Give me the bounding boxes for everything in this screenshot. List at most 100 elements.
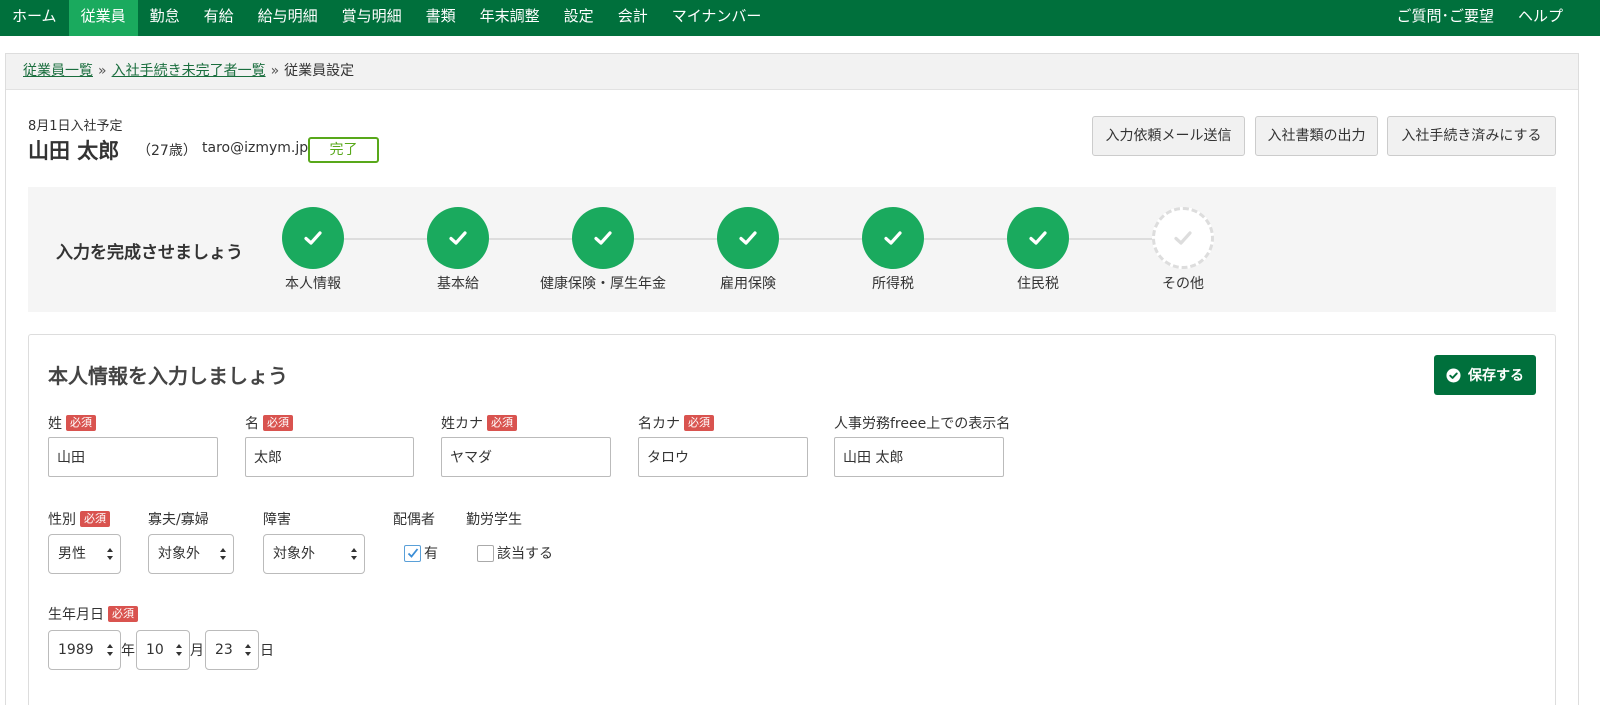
nav-attendance[interactable]: 勤怠 [138,0,192,36]
nav-paid-leave[interactable]: 有給 [192,0,246,36]
save-button[interactable]: 保存する [1434,355,1536,395]
nav-help[interactable]: ヘルプ [1506,0,1575,36]
personal-info-form: 本人情報を入力しましょう 保存する 姓必須 名必須 姓カナ 必須 名カナ 必須 人事… [28,334,1556,705]
select-arrows-icon [220,548,226,560]
join-schedule: 8月1日入社予定 [28,119,123,134]
last-name-kana-input[interactable] [441,437,611,477]
gender-label-text: 性別 [48,512,76,528]
required-badge: 必須 [263,415,293,431]
last-name-label-text: 姓 [48,416,62,432]
first-name-label: 名必須 [245,413,293,433]
last-name-kana-label: 姓カナ 必須 [441,413,517,433]
step-other[interactable]: その他 [1083,207,1283,293]
year-unit: 年 [121,643,135,659]
check-complete-icon [862,207,924,269]
main-nav: ホーム 従業員 勤怠 有給 給与明細 賞与明細 書類 年末調整 設定 会計 マイ… [0,0,773,36]
birthdate-label-text: 生年月日 [48,607,104,623]
last-name-label: 姓必須 [48,413,96,433]
checkbox-checked-icon [404,544,421,562]
display-name-input[interactable] [834,437,1004,477]
birth-year-value: 1989 [58,642,94,658]
employee-age: （27歳） [137,143,197,159]
first-name-kana-label: 名カナ 必須 [638,413,714,433]
select-arrows-icon [107,644,113,656]
breadcrumb-employee-list[interactable]: 従業員一覧 [23,63,93,79]
nav-year-end[interactable]: 年末調整 [468,0,552,36]
first-name-kana-input[interactable] [638,437,808,477]
day-unit: 日 [260,643,274,659]
last-name-kana-label-text: 姓カナ [441,416,483,432]
gender-label: 性別 必須 [48,509,110,529]
required-badge: 必須 [80,511,110,527]
gender-select[interactable]: 男性 [48,534,121,574]
nav-settings[interactable]: 設定 [552,0,606,36]
working-student-option-label: 該当する [497,546,553,562]
first-name-input[interactable] [245,437,414,477]
first-name-label-text: 名 [245,416,259,432]
birthdate-label: 生年月日 必須 [48,604,138,624]
export-documents-button[interactable]: 入社書類の出力 [1255,116,1378,156]
display-name-label-text: 人事労務freee上での表示名 [834,416,1011,432]
required-badge: 必須 [487,415,517,431]
widow-select[interactable]: 対象外 [148,534,234,574]
birth-month-value: 10 [146,642,164,658]
widow-select-value: 対象外 [158,546,200,562]
mark-onboarding-complete-button[interactable]: 入社手続き済みにする [1387,116,1556,156]
top-nav: ホーム 従業員 勤怠 有給 給与明細 賞与明細 書類 年末調整 設定 会計 マイ… [0,0,1600,36]
select-arrows-icon [176,644,182,656]
breadcrumb-separator: » [270,63,280,79]
working-student-checkbox[interactable]: 該当する [477,543,553,563]
nav-my-number[interactable]: マイナンバー [660,0,774,36]
nav-employees[interactable]: 従業員 [68,0,138,36]
disability-select-value: 対象外 [273,546,315,562]
gender-select-value: 男性 [58,546,86,562]
nav-accounting[interactable]: 会計 [606,0,660,36]
select-arrows-icon [245,644,251,656]
disability-label: 障害 [263,512,291,528]
first-name-kana-label-text: 名カナ [638,416,680,432]
employee-email: taro@izmym.jp [202,140,309,156]
check-complete-icon [282,207,344,269]
nav-documents[interactable]: 書類 [414,0,468,36]
birth-day-value: 23 [215,642,233,658]
breadcrumb-separator: » [98,63,107,79]
spouse-checkbox[interactable]: 有 [404,543,438,563]
form-title: 本人情報を入力しましょう [48,364,288,388]
birth-month-select[interactable]: 10 [136,630,190,670]
check-complete-icon [1007,207,1069,269]
status-badge: 完了 [308,137,379,163]
nav-payslips[interactable]: 給与明細 [246,0,330,36]
checkbox-empty-icon [477,544,494,562]
spouse-label: 配偶者 [393,512,435,528]
widow-label: 寡夫/寡婦 [148,512,209,528]
required-badge: 必須 [108,606,138,622]
utility-nav: ご質問･ご要望 ヘルプ [1384,0,1575,36]
step-label: その他 [1162,276,1204,292]
save-button-label: 保存する [1468,368,1524,384]
nav-home[interactable]: ホーム [0,0,69,36]
employee-name: 山田 太郎 [28,139,120,163]
nav-feedback[interactable]: ご質問･ご要望 [1384,0,1506,36]
breadcrumb: 従業員一覧» 入社手続き未完了者一覧» 従業員設定 [6,54,1578,90]
required-badge: 必須 [684,415,714,431]
check-circle-icon [1446,367,1461,383]
select-arrows-icon [107,548,113,560]
progress-panel: 入力を完成させましょう 本人情報 基本給 健康保険・厚生年金 雇用保険 所得税 住民税 その… [28,187,1556,312]
send-request-mail-button[interactable]: 入力依頼メール送信 [1092,116,1245,156]
select-arrows-icon [351,548,357,560]
disability-select[interactable]: 対象外 [263,534,365,574]
breadcrumb-current: 従業員設定 [284,63,355,79]
month-unit: 月 [190,643,204,659]
birth-year-select[interactable]: 1989 [48,630,121,670]
last-name-input[interactable] [48,437,218,477]
required-badge: 必須 [66,415,96,431]
check-pending-icon [1152,207,1214,269]
spouse-option-label: 有 [424,546,438,562]
check-complete-icon [717,207,779,269]
display-name-label: 人事労務freee上での表示名 [834,413,1010,433]
working-student-label: 勤労学生 [466,512,522,528]
birth-day-select[interactable]: 23 [205,630,259,670]
check-complete-icon [572,207,634,269]
breadcrumb-onboarding-list[interactable]: 入社手続き未完了者一覧 [112,63,266,79]
nav-bonus-slips[interactable]: 賞与明細 [330,0,414,36]
